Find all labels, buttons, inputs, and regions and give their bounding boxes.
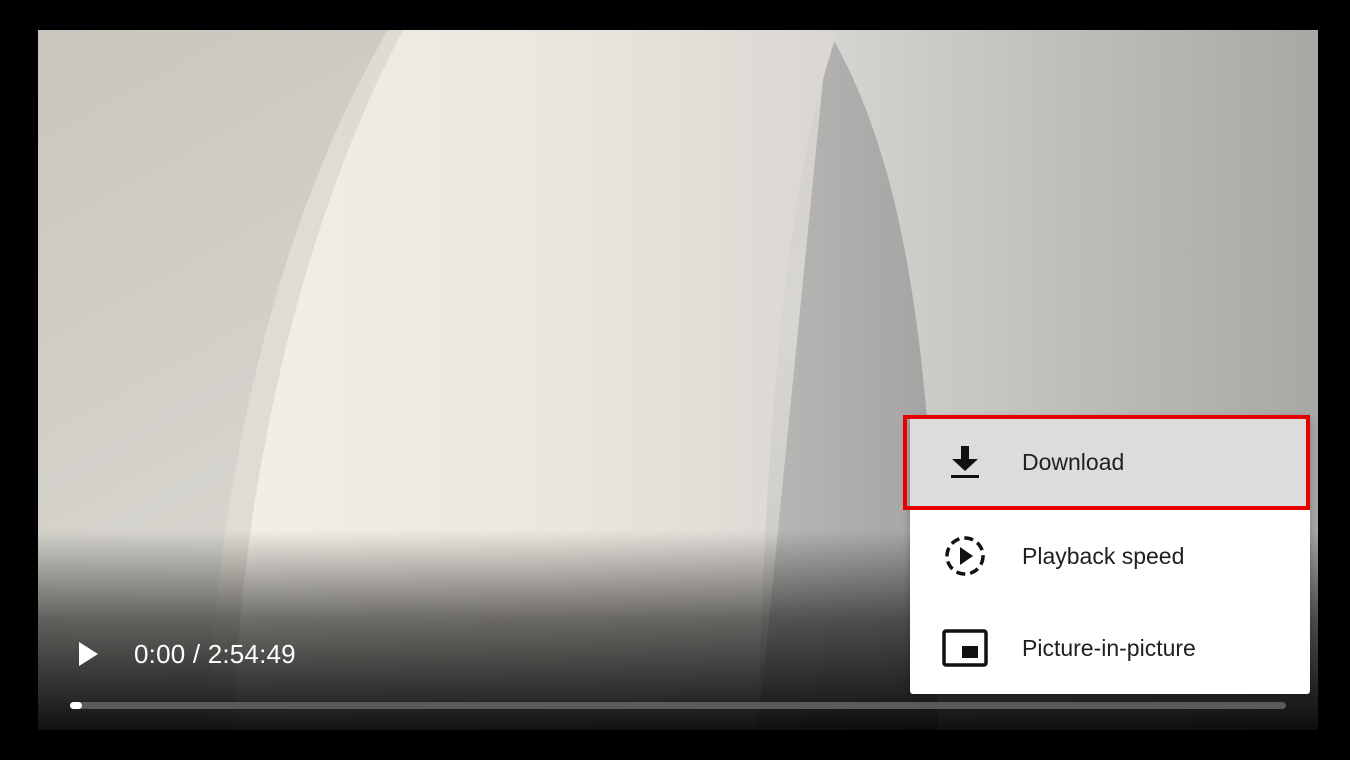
play-icon bbox=[79, 642, 98, 666]
duration: 2:54:49 bbox=[207, 639, 296, 669]
menu-item-label: Picture-in-picture bbox=[1022, 635, 1196, 661]
menu-item-playback-speed[interactable]: Playback speed bbox=[910, 510, 1310, 602]
time-display: 0:00 / 2:54:49 bbox=[134, 638, 296, 670]
menu-item-download[interactable]: Download bbox=[910, 416, 1310, 508]
play-button[interactable] bbox=[72, 638, 104, 670]
screen: 0:00 / 2:54:49 Download Playback speed P… bbox=[0, 0, 1350, 760]
picture-in-picture-icon bbox=[942, 628, 988, 668]
video-player[interactable]: 0:00 / 2:54:49 Download Playback speed P… bbox=[38, 30, 1318, 730]
menu-item-label: Playback speed bbox=[1022, 543, 1185, 569]
menu-item-label: Download bbox=[1022, 449, 1125, 475]
progress-bar[interactable] bbox=[70, 702, 1286, 709]
playback-speed-icon bbox=[942, 536, 988, 576]
overflow-menu: Download Playback speed Picture-in-pictu… bbox=[910, 416, 1310, 694]
progress-played bbox=[70, 702, 83, 709]
time-separator: / bbox=[185, 639, 208, 669]
current-time: 0:00 bbox=[134, 639, 186, 669]
menu-item-picture-in-picture[interactable]: Picture-in-picture bbox=[910, 602, 1310, 694]
download-icon bbox=[942, 442, 988, 482]
